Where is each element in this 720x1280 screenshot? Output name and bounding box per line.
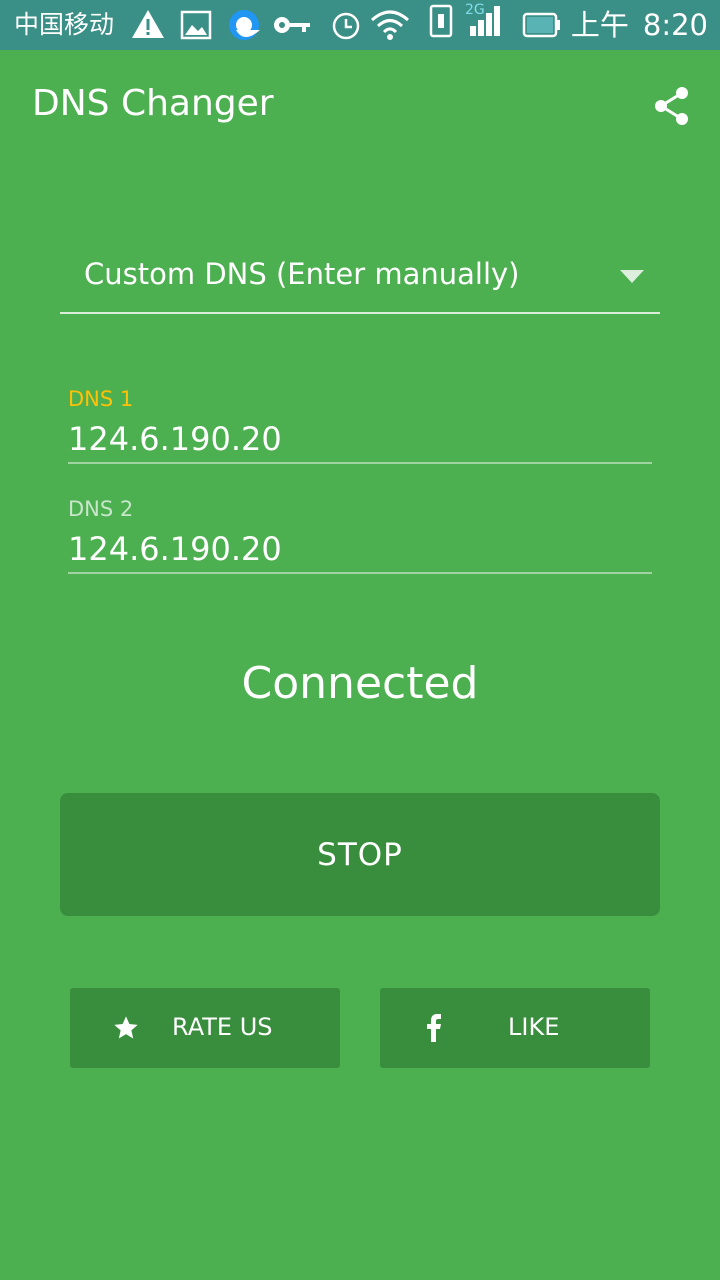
facebook-icon <box>426 1013 444 1043</box>
status-bar: 中国移动 2G 上午 8:20 <box>0 0 720 50</box>
app-title: DNS Changer <box>32 83 274 124</box>
image-icon <box>180 0 212 50</box>
time-period: 上午 <box>570 8 629 42</box>
dns2-label: DNS 2 <box>68 497 134 521</box>
carrier-name: 中国移动 <box>14 10 115 39</box>
share-button[interactable] <box>650 84 694 128</box>
like-label: LIKE <box>508 1013 560 1041</box>
clock-icon <box>330 0 362 50</box>
rate-us-label: RATE US <box>172 1013 273 1041</box>
wifi-icon <box>370 0 410 50</box>
battery-icon <box>522 0 562 50</box>
time-value: 8:20 <box>642 8 708 42</box>
sim-icon <box>428 0 458 50</box>
like-button[interactable]: LIKE <box>380 988 650 1068</box>
star-icon <box>112 1014 140 1042</box>
clock: 上午 8:20 <box>571 8 708 42</box>
key-icon <box>272 0 312 50</box>
signal-icon <box>468 0 504 50</box>
stop-button[interactable]: STOP <box>60 793 660 916</box>
stop-button-label: STOP <box>317 836 403 873</box>
connection-status: Connected <box>241 658 479 709</box>
dropdown-arrow-icon <box>620 270 644 283</box>
dns1-label: DNS 1 <box>68 387 134 411</box>
warning-icon <box>130 0 166 50</box>
rate-us-button[interactable]: RATE US <box>70 988 340 1068</box>
browser-icon <box>226 0 262 50</box>
dns1-input[interactable] <box>68 416 652 464</box>
dns2-input[interactable] <box>68 526 652 574</box>
share-icon <box>650 84 694 128</box>
dns-provider-dropdown[interactable]: Custom DNS (Enter manually) <box>60 244 660 314</box>
dns-provider-selected: Custom DNS (Enter manually) <box>84 257 520 291</box>
